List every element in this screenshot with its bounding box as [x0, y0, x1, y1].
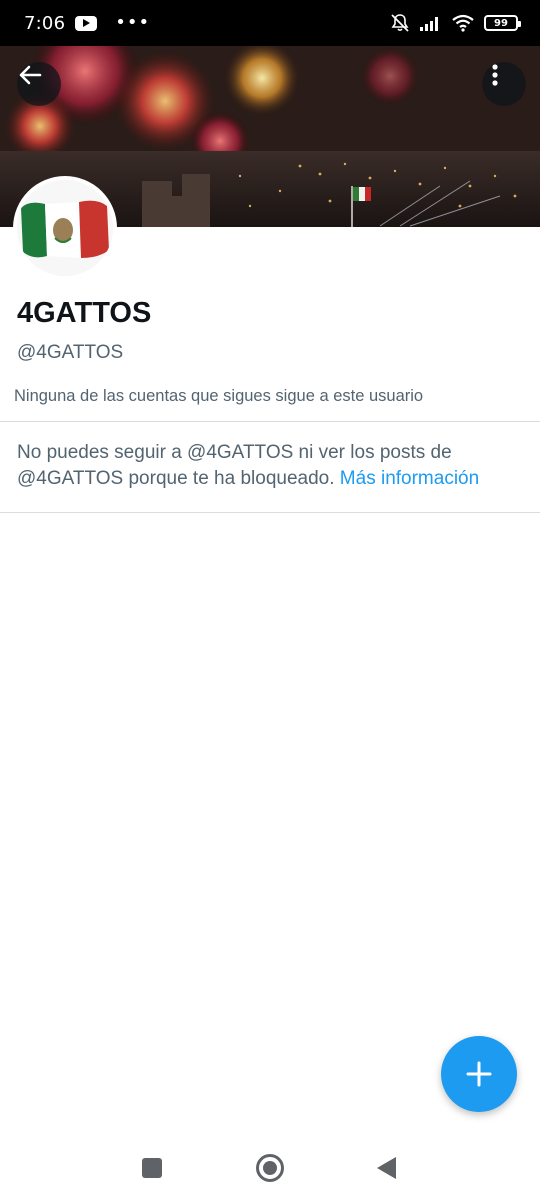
more-info-link[interactable]: Más información [340, 468, 479, 489]
muted-bell-icon [391, 14, 409, 32]
compose-fab-button[interactable] [441, 1036, 517, 1112]
recents-square-icon[interactable] [142, 1158, 162, 1178]
blocked-notice: No puedes seguir a @4GATTOS ni ver los p… [17, 440, 527, 492]
status-left: 7:06 ••• [24, 13, 150, 34]
status-bar: 7:06 ••• 99 [0, 0, 540, 46]
mexican-flag-icon [17, 180, 113, 276]
plus-icon [466, 1061, 492, 1087]
wifi-icon [452, 14, 474, 32]
system-nav-bar [0, 1136, 540, 1200]
youtube-icon [75, 15, 98, 31]
status-right: 99 [390, 13, 521, 33]
divider-bottom [0, 512, 540, 513]
divider-top [0, 421, 540, 422]
screen: 7:06 ••• 99 4GATTOS @4GATTOS Ninguna de … [0, 0, 540, 1200]
profile-avatar[interactable] [13, 176, 117, 280]
display-name: 4GATTOS [17, 297, 152, 329]
battery-icon: 99 [484, 15, 521, 31]
followers-you-know-note: Ninguna de las cuentas que sigues sigue … [14, 387, 424, 405]
signal-icon [420, 17, 438, 31]
status-time: 7:06 [24, 12, 66, 34]
home-circle-icon[interactable] [256, 1154, 284, 1182]
profile-handle: @4GATTOS [17, 342, 124, 363]
back-arrow-icon [19, 65, 42, 85]
more-dots-icon: ••• [115, 12, 151, 33]
back-button[interactable] [17, 62, 61, 106]
more-vertical-icon [492, 64, 498, 86]
back-triangle-icon[interactable] [377, 1157, 396, 1179]
avatar-image [17, 180, 113, 276]
more-options-button[interactable] [482, 62, 526, 106]
